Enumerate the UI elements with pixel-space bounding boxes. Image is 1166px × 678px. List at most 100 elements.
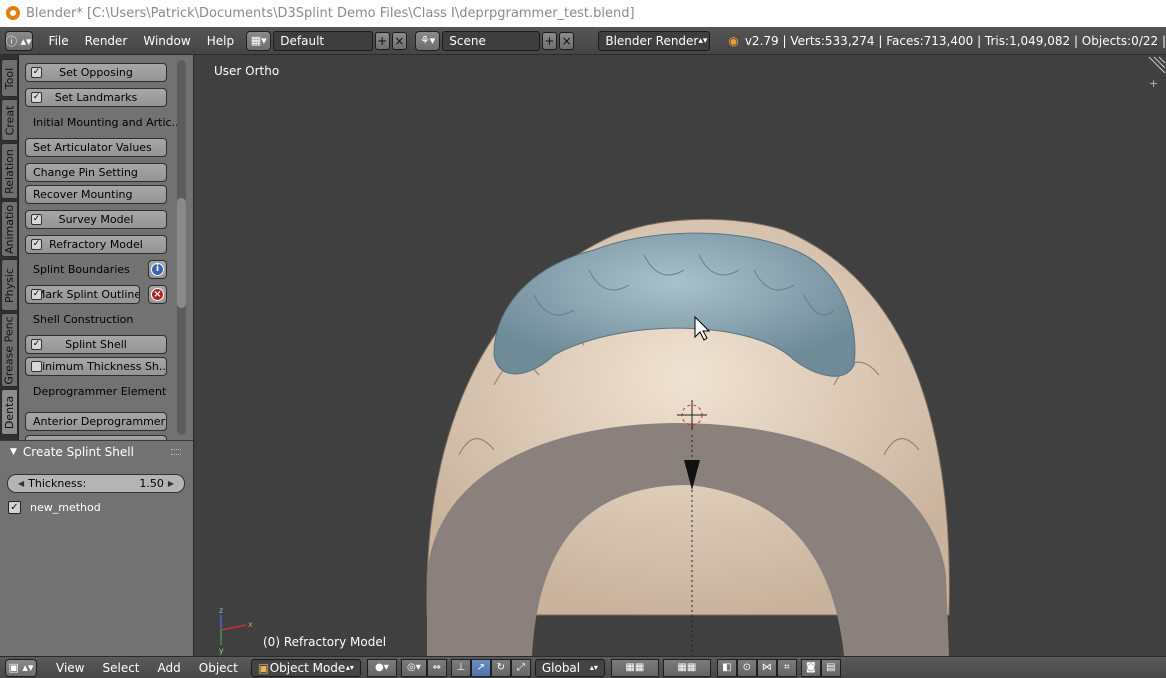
tab-create-label: Creat <box>3 105 17 135</box>
proportional-edit-icon[interactable]: ⊙ <box>736 658 757 677</box>
pivot-point-button[interactable]: ◎▾ <box>400 658 427 677</box>
menu-render[interactable]: Render <box>77 34 136 48</box>
menu-view[interactable]: View <box>47 661 93 675</box>
check-icon: ✓ <box>31 92 42 103</box>
shelf-scrollbar[interactable] <box>177 198 186 308</box>
close-icon: × <box>151 288 164 301</box>
transform-orientation-select[interactable]: Global ▴▾ <box>534 658 605 677</box>
check-icon: ✓ <box>8 501 21 514</box>
snap-element-icon[interactable]: ⌗ <box>776 658 797 677</box>
viewport-shading-button[interactable]: ●▾ <box>366 658 397 677</box>
set-landmarks-button[interactable]: ✓ Set Landmarks <box>25 88 167 107</box>
scene-icon[interactable]: ⚘▾ <box>415 30 441 51</box>
splint-boundaries-label: Splint Boundaries <box>33 263 130 276</box>
tab-animation[interactable]: Animatio <box>1 201 18 257</box>
clapper-icon[interactable]: ▤ <box>820 658 841 677</box>
layers-grid-2-icon[interactable]: ▦▦ <box>662 658 711 677</box>
minimum-thickness-button[interactable]: Minimum Thickness Sh... <box>25 357 167 376</box>
svg-text:y: y <box>219 646 224 655</box>
tab-grease-pencil-label: Grease Penc <box>3 315 16 385</box>
editor-type-button[interactable]: ▣ ▴▾ <box>5 658 37 677</box>
tab-physics[interactable]: Physic <box>1 259 18 311</box>
anterior-deprogrammer-button[interactable]: Anterior Deprogrammer ... <box>25 412 167 431</box>
check-icon: ✓ <box>31 67 42 78</box>
set-landmarks-label: Set Landmarks <box>54 91 138 104</box>
render-engine-select[interactable]: Blender Render ▴▾ <box>598 30 711 51</box>
lock-layers-icon[interactable]: ◧ <box>716 658 737 677</box>
manipulator-icon[interactable]: ⊥ <box>450 658 471 677</box>
set-opposing-button[interactable]: ✓ Set Opposing <box>25 63 167 82</box>
info-icon: ⓘ ▴▾ <box>6 34 32 48</box>
corner-widget-icon <box>1148 56 1166 74</box>
editor-type-button[interactable]: ⓘ ▴▾ <box>5 30 33 51</box>
menu-file[interactable]: File <box>41 34 77 48</box>
new-method-checkbox[interactable]: ✓ new_method <box>8 501 101 514</box>
mode-select[interactable]: ▣ Object Mode ▴▾ <box>250 658 361 677</box>
menu-add[interactable]: Add <box>149 661 190 675</box>
minimum-thickness-label: Minimum Thickness Sh... <box>32 360 167 373</box>
scene-field[interactable]: Scene <box>442 30 540 51</box>
thickness-field[interactable]: ◀ Thickness: 1.50 ▶ <box>7 474 185 493</box>
scale-manipulator-icon[interactable]: ⤢ <box>510 658 531 677</box>
tab-relations-label: Relation <box>3 148 17 194</box>
shell-construction-label: Shell Construction <box>33 313 134 326</box>
recover-mounting-button[interactable]: Recover Mounting <box>25 185 167 204</box>
object-mode-icon: ▣ <box>257 660 270 675</box>
mode-label: Object Mode <box>269 660 346 675</box>
rotate-manipulator-icon[interactable]: ↻ <box>490 658 511 677</box>
operator-panel-header[interactable]: ▼ Create Splint Shell <box>0 441 193 463</box>
tab-dental[interactable]: Denta <box>1 389 18 435</box>
add-region-icon: + <box>1149 77 1158 90</box>
tab-relations[interactable]: Relation <box>1 143 18 199</box>
remove-layout-button[interactable]: × <box>391 31 408 50</box>
svg-text:x: x <box>248 620 253 629</box>
survey-model-label: Survey Model <box>58 213 134 226</box>
tab-tool[interactable]: Tool <box>1 59 18 97</box>
increment-arrow-icon[interactable]: ▶ <box>168 479 174 488</box>
cancel-outline-button[interactable]: × <box>148 285 167 304</box>
tab-tool-label: Tool <box>3 67 16 89</box>
manipulator-toggle-icon[interactable]: ⇔ <box>426 658 447 677</box>
remove-scene-button[interactable]: × <box>559 31 575 50</box>
tool-shelf: ✓ Set Opposing ✓ Set Landmarks Initial M… <box>19 55 193 441</box>
check-icon: ✓ <box>31 239 42 250</box>
info-header: ⓘ ▴▾ File Render Window Help ▦▾ Default … <box>0 27 1166 55</box>
info-help-button[interactable]: i <box>148 260 167 279</box>
menu-object[interactable]: Object <box>190 661 247 675</box>
menu-window[interactable]: Window <box>135 34 198 48</box>
splint-shell-button[interactable]: ✓ Splint Shell <box>25 335 167 354</box>
tab-create[interactable]: Creat <box>1 99 18 141</box>
menu-help[interactable]: Help <box>199 34 242 48</box>
snap-icon[interactable]: ⋈ <box>756 658 777 677</box>
initial-mounting-label: Initial Mounting and Artic... <box>33 116 183 129</box>
add-layout-button[interactable]: + <box>374 31 390 50</box>
change-pin-setting-button[interactable]: Change Pin Setting <box>25 163 167 182</box>
screen-layout-field[interactable]: Default <box>273 30 373 51</box>
thickness-label: Thickness: <box>28 477 87 490</box>
menu-select[interactable]: Select <box>93 661 148 675</box>
dropdown-arrows-icon: ▴▾ <box>589 663 598 672</box>
mark-splint-outline-label: Mark Splint Outline <box>35 288 140 301</box>
mark-splint-outline-button[interactable]: ✓ Mark Splint Outline <box>25 285 140 304</box>
dental-model-render: z x y + <box>219 56 1166 656</box>
thickness-value: 1.50 <box>139 477 164 490</box>
survey-model-button[interactable]: ✓ Survey Model <box>25 210 167 229</box>
set-articulator-values-button[interactable]: Set Articulator Values <box>25 138 167 157</box>
render-icon[interactable]: ◙ <box>800 658 821 677</box>
grip-icon[interactable] <box>171 449 181 455</box>
layers-grid-icon[interactable]: ▦▦ <box>610 658 659 677</box>
cube-icon: ▣ ▴▾ <box>8 661 34 674</box>
screen-layout-icon[interactable]: ▦▾ <box>246 30 272 51</box>
tab-grease-pencil[interactable]: Grease Penc <box>1 313 18 387</box>
unchecked-box-icon <box>31 361 42 372</box>
blender-small-icon: ◉ <box>728 33 739 48</box>
translate-manipulator-icon[interactable]: ↗ <box>470 658 491 677</box>
refractory-model-button[interactable]: ✓ Refractory Model <box>25 235 167 254</box>
refractory-model-label: Refractory Model <box>49 238 143 251</box>
window-title: Blender* [C:\Users\Patrick\Documents\D3S… <box>26 6 635 21</box>
3d-viewport[interactable]: User Ortho z x y + (0) Refractory Model <box>193 55 1166 656</box>
collapse-triangle-icon: ▼ <box>10 447 17 457</box>
operator-title: Create Splint Shell <box>22 445 134 459</box>
add-scene-button[interactable]: + <box>541 31 558 50</box>
set-opposing-label: Set Opposing <box>59 66 133 79</box>
